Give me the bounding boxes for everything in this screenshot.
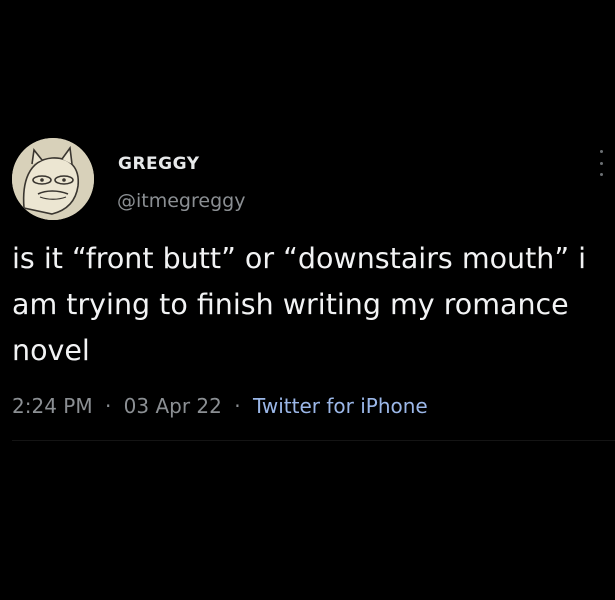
avatar[interactable] [12, 138, 94, 220]
more-dot [599, 173, 603, 176]
user-handle[interactable]: @itmegreggy [117, 190, 245, 212]
tweet-text: is it “front butt” or “downstairs mouth”… [12, 242, 587, 367]
more-vertical-icon[interactable] [596, 150, 606, 176]
divider [12, 440, 615, 441]
more-dot [599, 150, 603, 153]
cartoon-face-avatar-icon [12, 138, 94, 220]
tweet-card: GREGGY @itmegreggy is it “front butt” or… [0, 0, 615, 600]
more-dot [599, 161, 603, 165]
tweet-source[interactable]: Twitter for iPhone [253, 394, 428, 418]
meta-separator: · [234, 394, 241, 418]
meta-separator: · [104, 394, 112, 418]
display-name[interactable]: GREGGY [118, 154, 200, 174]
tweet-date[interactable]: 03 Apr 22 [124, 394, 222, 418]
tweet-time[interactable]: 2:24 PM [12, 394, 93, 418]
tweet-meta: 2:24 PM · 03 Apr 22 · Twitter for iPhone [12, 394, 428, 418]
